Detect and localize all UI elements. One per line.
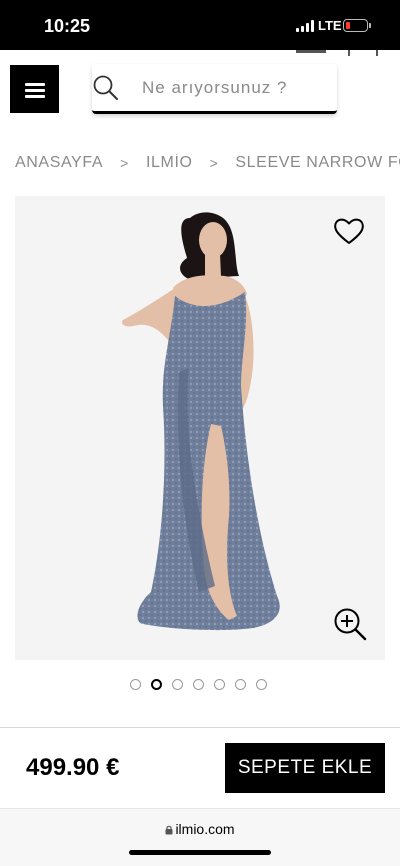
hamburger-menu-icon — [25, 83, 45, 86]
breadcrumb: ANASAYFA > ILMİO > SLEEVE NARROW FORM BR… — [15, 154, 400, 174]
browser-url-bar[interactable]: ilmio.com — [0, 808, 400, 866]
status-time: 10:25 — [44, 16, 91, 36]
carousel-dot[interactable] — [130, 679, 141, 690]
breadcrumb-brand-link[interactable]: ILMİO — [146, 154, 193, 172]
search-box[interactable] — [92, 64, 337, 114]
product-photo — [121, 212, 280, 631]
heart-outline-icon[interactable] — [333, 216, 365, 246]
breadcrumb-current-product: SLEEVE NARROW FORM BRO — [235, 154, 400, 171]
breadcrumb-separator: > — [120, 155, 129, 171]
hamburger-menu-button[interactable] — [10, 65, 59, 113]
network-label: LTE — [318, 18, 342, 33]
header-icon-remnant — [376, 50, 378, 56]
product-image[interactable] — [15, 196, 385, 660]
breadcrumb-separator: > — [209, 155, 219, 171]
carousel-dot[interactable] — [214, 679, 225, 690]
lock-icon — [165, 825, 173, 835]
search-icon[interactable] — [92, 74, 120, 102]
carousel-dot[interactable] — [193, 679, 204, 690]
breadcrumb-home-link[interactable]: ANASAYFA — [15, 154, 103, 172]
add-to-cart-button[interactable]: SEPETE EKLE — [225, 743, 385, 793]
divider — [0, 727, 400, 728]
product-price: 499.90 € — [26, 754, 120, 781]
signal-icon — [296, 20, 316, 32]
zoom-in-icon[interactable] — [333, 607, 367, 641]
carousel-dot[interactable] — [151, 679, 162, 690]
carousel-dot[interactable] — [172, 679, 183, 690]
status-bar: 10:25 LTE — [0, 0, 400, 50]
header-icon-remnant — [348, 50, 350, 56]
carousel-dot[interactable] — [256, 679, 267, 690]
carousel-dot[interactable] — [235, 679, 246, 690]
search-input[interactable] — [142, 76, 332, 100]
header-icon-remnant — [296, 50, 326, 53]
url-text: ilmio.com — [175, 821, 235, 837]
battery-icon — [343, 19, 368, 32]
home-indicator — [129, 850, 271, 855]
